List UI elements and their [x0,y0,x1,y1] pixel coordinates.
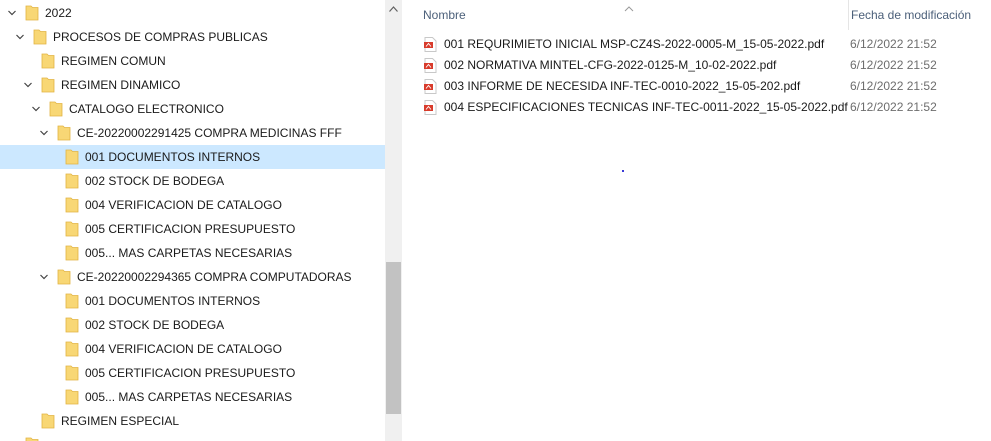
file-date: 6/12/2022 21:52 [850,58,937,72]
tree-item-label: 001 DOCUMENTOS INTERNOS [85,294,261,308]
folder-icon [65,365,79,381]
tree-item-label: 002 STOCK DE BODEGA [85,174,225,188]
chevron-down-icon[interactable] [31,104,41,114]
tree-item-label: 005 CERTIFICACION PRESUPUESTO [85,366,296,380]
tree-item-documentos-internos-selected[interactable]: 001 DOCUMENTOS INTERNOS [0,145,385,169]
navigation-tree: 2022 PROCESOS DE COMPRAS PUBLICAS REGIME… [0,0,385,441]
file-row[interactable]: 002 NORMATIVA MINTEL-CFG-2022-0125-M_10-… [424,55,984,75]
tree-item-2022[interactable]: 2022 [0,1,385,25]
folder-icon [49,101,63,117]
chevron-down-icon[interactable] [7,8,17,18]
column-header-date[interactable]: Fecha de modificación [848,0,991,30]
folder-icon [41,53,55,69]
stray-pixel [622,170,624,172]
folder-icon [57,125,71,141]
folder-icon [65,173,79,189]
folder-icon [65,317,79,333]
folder-icon [65,389,79,405]
tree-item-label: REGIMEN ESPECIAL [61,414,180,428]
tree-item-verificacion-catalogo[interactable]: 004 VERIFICACION DE CATALOGO [0,337,385,361]
pdf-file-icon [424,57,437,73]
file-name: 003 INFORME DE NECESIDA INF-TEC-0010-202… [444,79,801,93]
tree-item-stock-bodega[interactable]: 002 STOCK DE BODEGA [0,313,385,337]
tree-item-label: 004 VERIFICACION DE CATALOGO [85,198,282,212]
folder-icon [65,245,79,261]
tree-item-ce-computadoras[interactable]: CE-20220002294365 COMPRA COMPUTADORAS [0,265,385,289]
tree-item-documentos-internos[interactable]: 001 DOCUMENTOS INTERNOS [0,289,385,313]
folder-icon [33,29,47,45]
tree-item-label: 2022 [45,6,72,20]
file-date: 6/12/2022 21:52 [850,37,937,51]
chevron-down-icon[interactable] [39,272,49,282]
file-row[interactable]: 001 REQURIMIETO INICIAL MSP-CZ4S-2022-00… [424,34,984,54]
pdf-file-icon [424,99,437,115]
folder-icon [57,269,71,285]
folder-icon [65,341,79,357]
tree-item-label: CATALOGO ELECTRONICO [69,102,224,116]
chevron-down-icon[interactable] [15,32,25,42]
tree-item-procesos[interactable]: PROCESOS DE COMPRAS PUBLICAS [0,25,385,49]
chevron-down-icon[interactable] [39,128,49,138]
folder-icon [41,77,55,93]
tree-item-mas-carpetas[interactable]: 005... MAS CARPETAS NECESARIAS [0,385,385,409]
scrollbar-thumb[interactable] [386,262,401,414]
tree-item-partial[interactable] [0,433,385,441]
column-header-name[interactable]: Nombre [423,0,843,30]
file-row[interactable]: 004 ESPECIFICACIONES TECNICAS INF-TEC-00… [424,97,984,117]
file-name: 002 NORMATIVA MINTEL-CFG-2022-0125-M_10-… [444,58,777,72]
file-name: 004 ESPECIFICACIONES TECNICAS INF-TEC-00… [444,100,848,114]
file-row[interactable]: 003 INFORME DE NECESIDA INF-TEC-0010-202… [424,76,984,96]
tree-item-certificacion-presupuesto[interactable]: 005 CERTIFICACION PRESUPUESTO [0,217,385,241]
tree-item-mas-carpetas[interactable]: 005... MAS CARPETAS NECESARIAS [0,241,385,265]
scroll-up-arrow-icon[interactable] [385,0,402,17]
tree-item-label: REGIMEN DINAMICO [61,78,181,92]
file-name: 001 REQURIMIETO INICIAL MSP-CZ4S-2022-00… [444,37,825,51]
pdf-file-icon [424,78,437,94]
column-header-date-label: Fecha de modificación [851,8,972,22]
tree-scrollbar[interactable] [385,0,402,441]
tree-item-label: 005... MAS CARPETAS NECESARIAS [85,390,293,404]
file-date: 6/12/2022 21:52 [850,79,937,93]
tree-item-label: 004 VERIFICACION DE CATALOGO [85,342,282,356]
file-list: Nombre Fecha de modificación 001 REQURIM… [402,0,991,441]
tree-item-regimen-comun[interactable]: REGIMEN COMUN [0,49,385,73]
tree-item-label: 005... MAS CARPETAS NECESARIAS [85,246,293,260]
tree-item-certificacion-presupuesto[interactable]: 005 CERTIFICACION PRESUPUESTO [0,361,385,385]
tree-item-label: CE-20220002291425 COMPRA MEDICINAS FFF [77,126,342,140]
tree-item-label: REGIMEN COMUN [61,54,166,68]
tree-item-stock-bodega[interactable]: 002 STOCK DE BODEGA [0,169,385,193]
pdf-file-icon [424,36,437,52]
folder-icon [41,413,55,429]
folder-icon [65,221,79,237]
tree-item-label: 002 STOCK DE BODEGA [85,318,225,332]
tree-item-label: CE-20220002294365 COMPRA COMPUTADORAS [77,270,352,284]
folder-icon [65,197,79,213]
tree-item-label: 005 CERTIFICACION PRESUPUESTO [85,222,296,236]
tree-item-verificacion-catalogo[interactable]: 004 VERIFICACION DE CATALOGO [0,193,385,217]
tree-item-ce-medicinas[interactable]: CE-20220002291425 COMPRA MEDICINAS FFF [0,121,385,145]
folder-icon [25,437,39,441]
tree-item-catalogo-electronico[interactable]: CATALOGO ELECTRONICO [0,97,385,121]
tree-item-label: 001 DOCUMENTOS INTERNOS [85,150,261,164]
folder-icon [25,5,39,21]
file-date: 6/12/2022 21:52 [850,100,937,114]
folder-icon [65,149,79,165]
chevron-down-icon[interactable] [23,80,33,90]
tree-item-regimen-especial[interactable]: REGIMEN ESPECIAL [0,409,385,433]
folder-icon [65,293,79,309]
tree-item-regimen-dinamico[interactable]: REGIMEN DINAMICO [0,73,385,97]
tree-item-label: PROCESOS DE COMPRAS PUBLICAS [53,30,268,44]
